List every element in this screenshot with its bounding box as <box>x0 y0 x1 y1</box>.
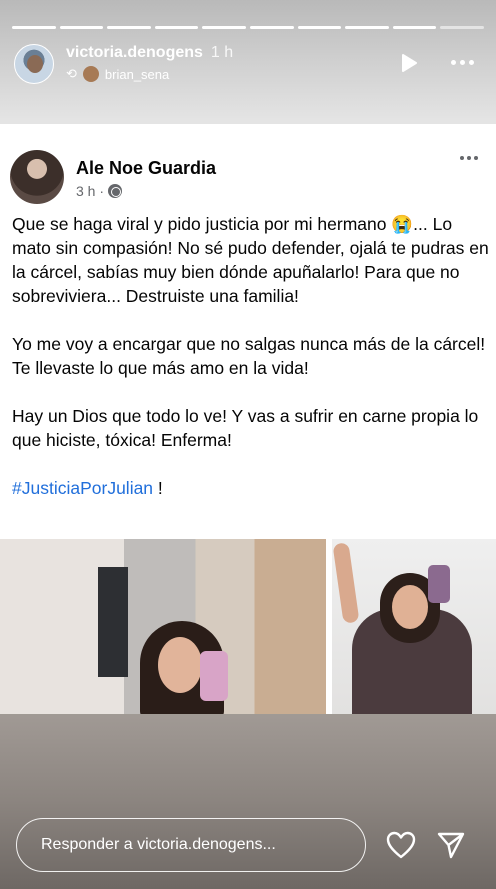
reply-input[interactable]: Responder a victoria.denogens... <box>16 818 366 872</box>
more-icon <box>450 59 456 65</box>
username-text[interactable]: victoria.denogens <box>66 44 203 61</box>
post-paragraph: Que se haga viral y pido justicia por mi… <box>12 214 489 306</box>
post-hashtag-line: #JusticiaPorJulian ! <box>12 476 490 500</box>
progress-segment <box>59 26 104 29</box>
post-more-icon <box>460 156 478 160</box>
story-header: victoria.denogens 1 h ⟲ brian_sena <box>14 42 482 88</box>
send-button[interactable] <box>434 828 468 862</box>
story-time: 1 h <box>210 44 234 61</box>
repost-icon: ⟲ <box>66 66 77 81</box>
post-paragraph: Hay un Dios que todo lo ve! Y vas a sufr… <box>12 406 479 450</box>
more-button[interactable] <box>442 50 482 74</box>
hashtag-suffix: ! <box>153 478 163 498</box>
progress-segment <box>202 26 246 29</box>
story-username[interactable]: victoria.denogens 1 h <box>66 44 233 62</box>
progress-segment <box>440 26 484 29</box>
reply-placeholder: Responder a victoria.denogens... <box>41 836 276 853</box>
post-header: Ale Noe Guardia 3 h · <box>10 150 486 206</box>
avatar[interactable] <box>14 44 54 84</box>
reposted-avatar <box>82 66 99 82</box>
post-time: 3 h · <box>76 183 105 199</box>
story-viewer: victoria.denogens 1 h ⟲ brian_sena Ale No… <box>0 0 496 889</box>
shared-post-card[interactable]: Ale Noe Guardia 3 h · Que se haga viral … <box>0 124 496 714</box>
post-author-name: Ale Noe Guardia <box>76 158 217 178</box>
progress-segment <box>249 26 294 29</box>
hashtag-link: #JusticiaPorJulian <box>12 478 154 498</box>
progress-segment <box>345 26 389 29</box>
progress-segment <box>154 26 199 29</box>
post-meta: 3 h · <box>76 183 123 199</box>
globe-icon <box>108 184 123 198</box>
post-paragraph: Yo me voy a encargar que no salgas nunca… <box>12 334 486 378</box>
post-photos <box>0 539 496 714</box>
heart-icon <box>386 831 416 859</box>
reposted-username[interactable]: brian_sena <box>105 67 169 82</box>
progress-segment <box>12 26 56 29</box>
like-button[interactable] <box>384 828 418 862</box>
post-body: Que se haga viral y pido justicia por mi… <box>12 212 490 524</box>
progress-segment <box>297 26 342 29</box>
play-icon <box>402 54 417 72</box>
post-photo <box>332 539 496 714</box>
play-button[interactable] <box>398 52 420 74</box>
post-author-avatar <box>10 150 64 204</box>
story-progress <box>12 26 484 29</box>
progress-segment <box>392 26 437 29</box>
repost-attribution[interactable]: ⟲ brian_sena <box>66 66 169 82</box>
progress-segment <box>107 26 151 29</box>
send-icon <box>437 832 465 859</box>
post-photo <box>0 539 326 714</box>
